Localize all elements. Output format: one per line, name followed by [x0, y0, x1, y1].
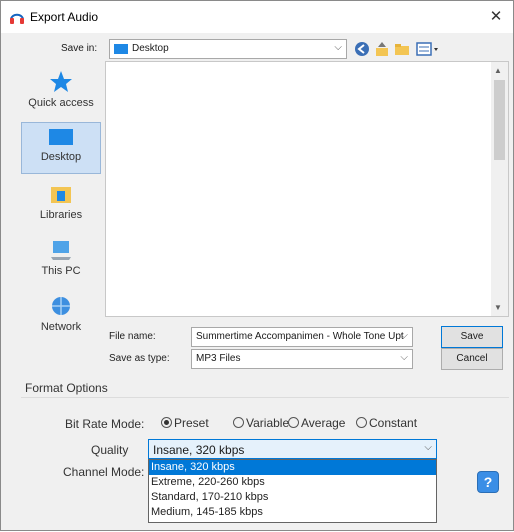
network-icon	[52, 297, 70, 315]
channel-mode-label: Channel Mode:	[63, 465, 145, 479]
save-as-type-dropdown[interactable]: MP3 Files ⌵	[191, 349, 413, 369]
libraries-icon	[51, 187, 71, 203]
radio-button[interactable]	[233, 417, 244, 428]
export-audio-dialog: Export Audio ✕ Save in: Desktop ⌵ Quick …	[0, 0, 514, 531]
save-in-dropdown[interactable]: Desktop ⌵	[109, 39, 347, 59]
quality-value: Insane, 320 kbps	[153, 443, 245, 457]
scrollbar-thumb[interactable]	[494, 80, 505, 160]
radio-variable[interactable]: Variable	[233, 416, 289, 430]
radio-preset[interactable]: Preset	[161, 416, 209, 430]
cancel-button[interactable]: Cancel	[441, 348, 503, 370]
quality-option-medium[interactable]: Medium, 145-185 kbps	[149, 505, 436, 520]
desktop-icon	[49, 129, 73, 145]
place-desktop[interactable]: Desktop	[21, 122, 101, 174]
radio-button[interactable]	[288, 417, 299, 428]
place-label: Network	[40, 321, 82, 333]
folder-icon	[114, 44, 128, 54]
bit-rate-mode-label: Bit Rate Mode:	[65, 417, 145, 431]
chevron-down-icon: ⌵	[334, 42, 342, 53]
save-in-label: Save in:	[61, 43, 98, 54]
scroll-down-icon[interactable]: ▼	[494, 303, 502, 312]
radio-button[interactable]	[356, 417, 367, 428]
save-as-type-value: MP3 Files	[196, 353, 241, 364]
new-folder-icon[interactable]	[393, 40, 411, 58]
radio-label: Variable	[246, 416, 290, 430]
help-icon[interactable]: ?	[477, 471, 499, 493]
radio-constant[interactable]: Constant	[356, 416, 417, 430]
quality-option-insane[interactable]: Insane, 320 kbps	[149, 460, 436, 475]
file-name-label: File name:	[109, 331, 156, 342]
quality-dropdown[interactable]: Insane, 320 kbps ⌵	[148, 439, 437, 459]
vertical-scrollbar[interactable]: ▲ ▼	[491, 62, 508, 316]
file-name-input[interactable]: Summertime Accompanimen - Whole Tone Upt…	[191, 327, 413, 347]
place-label: Desktop	[40, 151, 82, 163]
window-title: Export Audio	[30, 10, 99, 24]
place-label: Libraries	[39, 209, 83, 221]
back-icon[interactable]	[353, 40, 371, 58]
quality-options-list[interactable]: Insane, 320 kbps Extreme, 220-260 kbps S…	[148, 459, 437, 523]
file-list[interactable]: ▲ ▼	[105, 61, 509, 317]
star-icon	[50, 71, 72, 92]
save-button[interactable]: Save	[441, 326, 503, 348]
scroll-up-icon[interactable]: ▲	[494, 66, 502, 75]
view-menu-icon[interactable]	[415, 40, 441, 58]
quality-option-extreme[interactable]: Extreme, 220-260 kbps	[149, 475, 436, 490]
save-in-value: Desktop	[132, 43, 169, 54]
chevron-down-icon: ⌵	[400, 352, 408, 363]
computer-icon	[51, 241, 71, 260]
radio-button-checked[interactable]	[161, 417, 172, 428]
radio-label: Preset	[174, 416, 209, 430]
place-this-pc[interactable]: This PC	[21, 233, 101, 289]
place-label: Quick access	[28, 97, 94, 109]
places-bar: Quick access Desktop Libraries This PC N…	[21, 65, 101, 365]
quality-option-standard[interactable]: Standard, 170-210 kbps	[149, 490, 436, 505]
save-as-type-label: Save as type:	[109, 353, 170, 364]
place-libraries[interactable]: Libraries	[21, 177, 101, 233]
radio-average[interactable]: Average	[288, 416, 345, 430]
file-name-value: Summertime Accompanimen - Whole Tone Upt	[196, 331, 404, 342]
format-options-title: Format Options	[25, 381, 108, 395]
up-folder-icon[interactable]	[373, 40, 391, 58]
chevron-down-icon: ⌵	[424, 442, 432, 453]
quality-label: Quality	[91, 443, 129, 457]
audacity-icon	[10, 13, 24, 24]
chevron-down-icon[interactable]: ⌵	[400, 330, 408, 341]
place-quick-access[interactable]: Quick access	[21, 65, 101, 121]
close-icon[interactable]: ✕	[485, 6, 507, 28]
title-bar: Export Audio ✕	[1, 1, 513, 33]
place-label: This PC	[41, 265, 81, 277]
place-network[interactable]: Network	[21, 289, 101, 345]
radio-label: Average	[301, 416, 346, 430]
radio-label: Constant	[369, 416, 418, 430]
